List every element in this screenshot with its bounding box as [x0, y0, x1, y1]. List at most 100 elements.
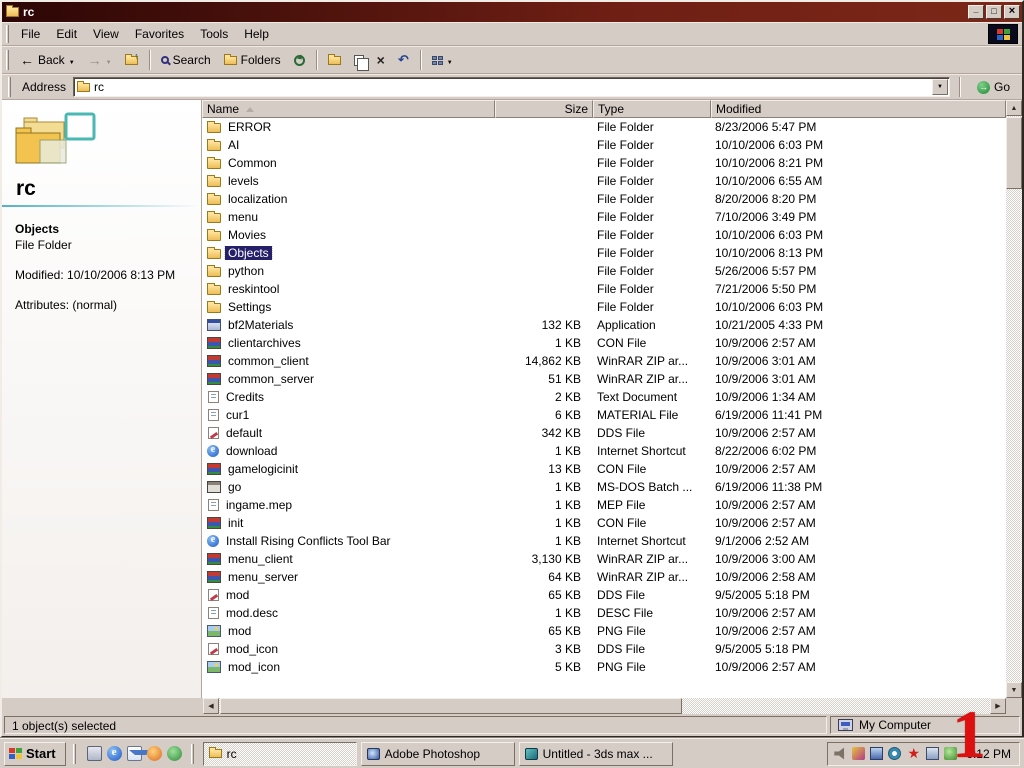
back-button[interactable]: Back	[14, 48, 81, 72]
vertical-scroll-thumb[interactable]	[1006, 117, 1022, 189]
menu-favorites[interactable]: Favorites	[127, 24, 192, 44]
quicklaunch-outlook-express-icon[interactable]	[126, 746, 152, 761]
file-name: menu	[228, 210, 259, 224]
file-row[interactable]: download 1 KB Internet Shortcut 8/22/2006 6…	[202, 442, 1006, 460]
scroll-down-button[interactable]	[1006, 682, 1022, 698]
menu-view[interactable]: View	[85, 24, 127, 44]
tasks-grip[interactable]	[190, 743, 194, 764]
menu-help[interactable]: Help	[236, 24, 277, 44]
file-name: ERROR	[228, 120, 272, 134]
column-header-name[interactable]: Name	[202, 100, 495, 118]
quicklaunch-show-desktop-icon[interactable]	[86, 746, 102, 761]
maximize-button[interactable]	[986, 5, 1002, 19]
file-type: Application	[597, 318, 656, 332]
copy-to-button[interactable]	[348, 48, 370, 72]
back-dropdown-icon[interactable]	[69, 53, 75, 67]
undo-button[interactable]	[392, 48, 415, 72]
scroll-left-button[interactable]	[203, 698, 219, 714]
address-dropdown-button[interactable]	[931, 79, 948, 95]
file-row[interactable]: menu File Folder 7/10/2006 3:49 PM	[202, 208, 1006, 226]
start-button[interactable]: Start	[4, 741, 66, 766]
menu-tools[interactable]: Tools	[192, 24, 236, 44]
views-button[interactable]	[426, 48, 459, 72]
column-header-type[interactable]: Type	[593, 100, 711, 118]
file-row[interactable]: common_client 14,862 KB WinRAR ZIP ar... 10…	[202, 352, 1006, 370]
file-row[interactable]: Settings File Folder 10/10/2006 6:03 PM	[202, 298, 1006, 316]
file-list-header: Name Size Type Modified	[202, 100, 1006, 118]
column-header-modified[interactable]: Modified	[711, 100, 1006, 118]
file-row[interactable]: mod_icon 3 KB DDS File 9/5/2005 5:18 PM	[202, 640, 1006, 658]
folders-button[interactable]: Folders	[218, 48, 287, 72]
file-row[interactable]: menu_server 64 KB WinRAR ZIP ar... 10/9/200…	[202, 568, 1006, 586]
file-row[interactable]: bf2Materials 132 KB Application 10/21/2005 …	[202, 316, 1006, 334]
file-row[interactable]: ingame.mep 1 KB MEP File 10/9/2006 2:57 AM	[202, 496, 1006, 514]
file-row[interactable]: menu_client 3,130 KB WinRAR ZIP ar... 10/9/…	[202, 550, 1006, 568]
tray-display-icon[interactable]	[870, 747, 884, 760]
file-row[interactable]: cur1 6 KB MATERIAL File 6/19/2006 11:41 PM	[202, 406, 1006, 424]
vertical-scrollbar[interactable]	[1006, 100, 1022, 698]
menu-file[interactable]: File	[13, 24, 48, 44]
file-modified: 7/10/2006 3:49 PM	[715, 210, 817, 224]
file-row[interactable]: clientarchives 1 KB CON File 10/9/2006 2:57…	[202, 334, 1006, 352]
folders-label: Folders	[240, 53, 281, 67]
file-row[interactable]: levels File Folder 10/10/2006 6:55 AM	[202, 172, 1006, 190]
quicklaunch-msn-messenger-icon[interactable]	[166, 746, 182, 761]
horizontal-scrollbar[interactable]	[203, 698, 1006, 714]
scroll-up-button[interactable]	[1006, 100, 1022, 116]
file-row[interactable]: default 342 KB DDS File 10/9/2006 2:57 AM	[202, 424, 1006, 442]
tray-network-icon[interactable]	[926, 747, 940, 760]
delete-button[interactable]	[371, 48, 391, 72]
quicklaunch-media-player-icon[interactable]	[146, 746, 162, 761]
menu-edit[interactable]: Edit	[48, 24, 85, 44]
file-row[interactable]: init 1 KB CON File 10/9/2006 2:57 AM	[202, 514, 1006, 532]
move-to-button[interactable]	[322, 48, 347, 72]
forward-button[interactable]	[82, 48, 118, 72]
horizontal-scroll-thumb[interactable]	[220, 698, 682, 714]
dds-file-icon	[208, 427, 219, 439]
taskbar-task-rc[interactable]: rc	[202, 741, 357, 766]
menubar-grip[interactable]	[6, 25, 9, 43]
forward-dropdown-icon[interactable]	[106, 53, 112, 67]
taskbar-task-adobe-photoshop[interactable]: Adobe Photoshop	[360, 741, 515, 766]
minimize-button[interactable]	[968, 5, 984, 19]
tray-antivirus-icon[interactable]	[906, 747, 921, 760]
column-header-size[interactable]: Size	[495, 100, 593, 118]
file-row[interactable]: AI File Folder 10/10/2006 6:03 PM	[202, 136, 1006, 154]
file-row[interactable]: Install Rising Conflicts Tool Bar 1 KB Int…	[202, 532, 1006, 550]
file-row[interactable]: ERROR File Folder 8/23/2006 5:47 PM	[202, 118, 1006, 136]
file-row[interactable]: localization File Folder 8/20/2006 8:20 PM	[202, 190, 1006, 208]
search-button[interactable]: Search	[155, 48, 217, 72]
title-bar[interactable]: rc	[2, 2, 1022, 22]
quicklaunch-internet-explorer-icon[interactable]	[106, 746, 122, 761]
file-row[interactable]: python File Folder 5/26/2006 5:57 PM	[202, 262, 1006, 280]
tray-volume-icon[interactable]	[834, 747, 845, 760]
file-type: CON File	[597, 336, 647, 350]
taskbar-task-untitled-3ds-max-[interactable]: Untitled - 3ds max ...	[518, 741, 673, 766]
history-button[interactable]	[288, 48, 311, 72]
file-row[interactable]: mod_icon 5 KB PNG File 10/9/2006 2:57 AM	[202, 658, 1006, 676]
close-button[interactable]	[1004, 5, 1020, 19]
file-row[interactable]: Movies File Folder 10/10/2006 6:03 PM	[202, 226, 1006, 244]
file-row[interactable]: reskintool File Folder 7/21/2006 5:50 PM	[202, 280, 1006, 298]
file-row[interactable]: Credits 2 KB Text Document 10/9/2006 1:34 A…	[202, 388, 1006, 406]
file-row[interactable]: Objects File Folder 10/10/2006 8:13 PM	[202, 244, 1006, 262]
toolbar-grip[interactable]	[6, 49, 9, 71]
address-input[interactable]: rc	[73, 77, 950, 97]
file-type: File Folder	[597, 120, 654, 134]
file-row[interactable]: mod.desc 1 KB DESC File 10/9/2006 2:57 AM	[202, 604, 1006, 622]
back-label: Back	[38, 53, 65, 67]
quicklaunch-grip[interactable]	[72, 743, 76, 764]
file-row[interactable]: Common File Folder 10/10/2006 8:21 PM	[202, 154, 1006, 172]
file-row[interactable]: go 1 KB MS-DOS Batch ... 6/19/2006 11:38 PM	[202, 478, 1006, 496]
addressbar-grip[interactable]	[8, 77, 11, 97]
file-row[interactable]: common_server 51 KB WinRAR ZIP ar... 10/9/2…	[202, 370, 1006, 388]
file-row[interactable]: mod 65 KB DDS File 9/5/2005 5:18 PM	[202, 586, 1006, 604]
file-row[interactable]: mod 65 KB PNG File 10/9/2006 2:57 AM	[202, 622, 1006, 640]
go-button[interactable]: Go	[969, 78, 1018, 96]
scroll-right-button[interactable]	[990, 698, 1006, 714]
file-row[interactable]: gamelogicinit 13 KB CON File 10/9/2006 2:57…	[202, 460, 1006, 478]
views-dropdown-icon[interactable]	[447, 53, 453, 67]
up-button[interactable]: ↑	[119, 48, 144, 72]
tray-scheduler-icon[interactable]	[888, 747, 902, 760]
tray-graphics-icon[interactable]	[852, 747, 866, 760]
